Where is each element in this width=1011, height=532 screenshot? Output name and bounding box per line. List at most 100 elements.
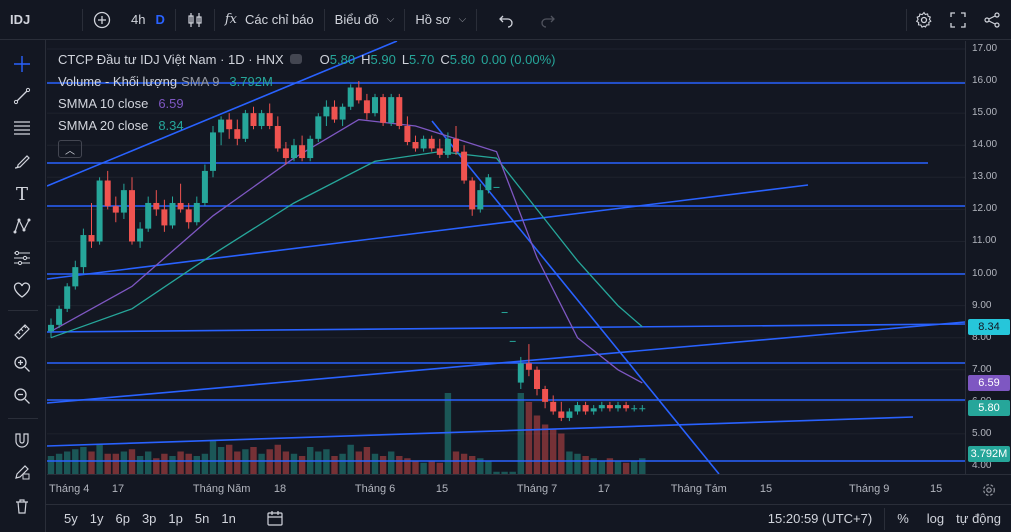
zoom-in-icon bbox=[14, 356, 30, 372]
text-tool[interactable]: T bbox=[8, 180, 36, 208]
candle-body bbox=[501, 312, 508, 314]
zoom-in-tool[interactable] bbox=[8, 350, 36, 378]
share-button[interactable] bbox=[975, 0, 1011, 40]
range-button-1p[interactable]: 1p bbox=[162, 511, 188, 526]
volume-bar bbox=[631, 460, 638, 474]
range-button-3p[interactable]: 3p bbox=[136, 511, 162, 526]
remove-drawings-tool[interactable] bbox=[8, 492, 36, 520]
fullscreen-button[interactable] bbox=[941, 0, 975, 40]
time-axis[interactable]: Tháng 4 17 Tháng Năm 18 Tháng 6 15 Tháng 7 17 Th… bbox=[47, 474, 1011, 504]
volume-bar bbox=[136, 456, 144, 474]
settings-button[interactable] bbox=[907, 0, 941, 40]
candle-body bbox=[542, 389, 549, 402]
range-button-5n[interactable]: 5n bbox=[189, 511, 215, 526]
profile-menu-label: Hồ sơ bbox=[415, 12, 451, 27]
candle-body bbox=[80, 235, 87, 268]
percent-toggle[interactable]: % bbox=[891, 511, 915, 526]
profile-menu-button[interactable]: Hồ sơ ⌵ bbox=[405, 0, 476, 40]
measure-tool[interactable] bbox=[8, 318, 36, 346]
candle-body bbox=[598, 405, 605, 409]
range-button-5y[interactable]: 5y bbox=[58, 511, 84, 526]
redo-button[interactable] bbox=[529, 0, 567, 40]
range-button-1y[interactable]: 1y bbox=[84, 511, 110, 526]
eye-icon[interactable] bbox=[289, 54, 302, 64]
volume-bar bbox=[64, 451, 71, 474]
candle-body bbox=[574, 405, 581, 412]
candle-body bbox=[56, 308, 63, 325]
volume-bar bbox=[388, 451, 395, 474]
log-toggle[interactable]: log bbox=[921, 511, 950, 526]
ruler-icon bbox=[14, 324, 30, 340]
volume-bar bbox=[371, 453, 379, 474]
candle-body bbox=[493, 186, 500, 188]
bottom-toolbar: 5y 1y 6p 3p 1p 5n 1n 15:20:59 (UTC+7) % log tự… bbox=[46, 504, 1011, 532]
heart-icon bbox=[13, 282, 31, 298]
volume-bar bbox=[145, 451, 152, 474]
chart-legend: CTCP Đầu tư IDJ Việt Nam · 1D · HNX O 5.8… bbox=[58, 48, 556, 158]
smma20-legend[interactable]: SMMA 20 close 8.34 bbox=[58, 114, 556, 136]
candle-body bbox=[590, 408, 597, 412]
main-series-legend: CTCP Đầu tư IDJ Việt Nam · 1D · HNX O 5.8… bbox=[58, 48, 556, 70]
volume-bar bbox=[47, 456, 55, 474]
interval-label: 4h bbox=[131, 12, 146, 27]
candle-body bbox=[582, 405, 589, 412]
date-range-button[interactable] bbox=[266, 510, 284, 528]
candle-body bbox=[161, 209, 168, 226]
candle-body bbox=[120, 190, 127, 213]
price-tick-label: 16.00 bbox=[972, 75, 998, 87]
chart-menu-button[interactable]: Biểu đồ ⌵ bbox=[325, 0, 405, 40]
indicators-button[interactable]: 𝑓x Các chỉ báo bbox=[215, 0, 324, 40]
axis-settings-button[interactable] bbox=[981, 482, 997, 498]
high-label: H bbox=[361, 51, 371, 67]
time-tick-label: Tháng 7 bbox=[516, 483, 558, 495]
magnet-tool[interactable] bbox=[8, 426, 36, 454]
pattern-icon bbox=[13, 218, 31, 234]
prediction-tool[interactable] bbox=[8, 244, 36, 272]
candle-body bbox=[477, 190, 484, 210]
volume-bar bbox=[185, 453, 192, 474]
candle-body bbox=[615, 405, 621, 409]
volume-sma-label: SMA 9 bbox=[181, 73, 220, 89]
trendline-tool[interactable] bbox=[8, 82, 36, 110]
chart-type-button[interactable] bbox=[176, 0, 214, 40]
price-axis[interactable]: 17.00 16.00 15.00 14.00 13.00 12.00 11.00 10.00… bbox=[965, 41, 1011, 474]
fullscreen-icon bbox=[950, 12, 966, 28]
clock-display[interactable]: 15:20:59 (UTC+7) bbox=[762, 511, 878, 526]
volume-bar bbox=[331, 456, 338, 474]
volume-bar bbox=[533, 415, 541, 474]
zoom-out-tool[interactable] bbox=[8, 382, 36, 410]
smma10-legend[interactable]: SMMA 10 close 6.59 bbox=[58, 92, 556, 114]
range-button-6p[interactable]: 6p bbox=[109, 511, 135, 526]
interval-alt-label: D bbox=[155, 12, 165, 27]
candle-body bbox=[639, 408, 646, 410]
crosshair-tool[interactable] bbox=[8, 50, 36, 78]
compare-button[interactable] bbox=[83, 0, 121, 40]
open-value: 5.80 bbox=[329, 51, 356, 67]
candle-body bbox=[72, 267, 79, 287]
time-tick-label: Tháng Năm bbox=[192, 483, 251, 495]
undo-button[interactable] bbox=[477, 0, 529, 40]
pattern-tool[interactable] bbox=[8, 212, 36, 240]
range-button-1n[interactable]: 1n bbox=[215, 511, 241, 526]
favorites-tool[interactable] bbox=[8, 276, 36, 304]
auto-toggle[interactable]: tự động bbox=[950, 511, 1007, 526]
chevron-up-icon: ︿ bbox=[65, 145, 75, 157]
candle-body bbox=[193, 202, 200, 223]
gear-icon bbox=[915, 11, 932, 28]
share-icon bbox=[984, 12, 1000, 28]
candle-body bbox=[631, 408, 638, 410]
symbol-search[interactable]: IDJ bbox=[0, 0, 82, 40]
time-tick-label: Tháng Tám bbox=[670, 483, 727, 495]
volume-legend[interactable]: Volume - Khối lượng SMA 9 3.792M bbox=[58, 70, 556, 92]
price-tick-label: 10.00 bbox=[972, 267, 998, 279]
interval-selector[interactable]: 4h D bbox=[121, 0, 175, 40]
fib-tool[interactable] bbox=[8, 114, 36, 142]
legend-collapse-button[interactable]: ︿ bbox=[58, 140, 82, 158]
trash-icon bbox=[16, 499, 28, 514]
volume-bar bbox=[226, 444, 233, 474]
brush-tool[interactable] bbox=[8, 148, 36, 176]
trendline-icon bbox=[13, 87, 31, 105]
candle-body bbox=[550, 401, 557, 412]
candle-body bbox=[485, 177, 492, 191]
lock-drawings-tool[interactable] bbox=[8, 458, 36, 486]
